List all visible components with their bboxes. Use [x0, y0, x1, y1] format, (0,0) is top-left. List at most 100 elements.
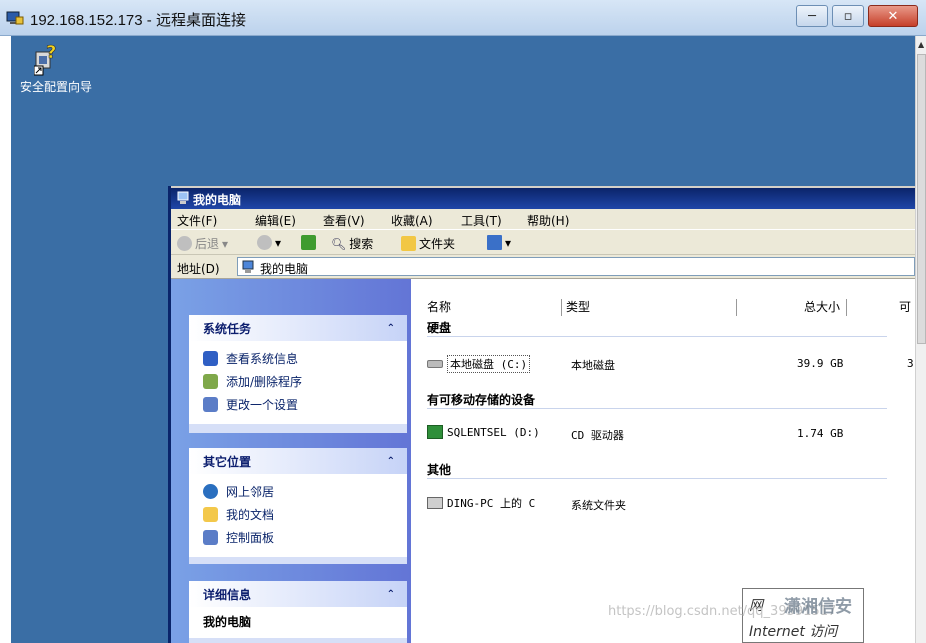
explorer-title-bar[interactable]: 我的电脑	[171, 186, 915, 209]
folder-icon	[401, 236, 416, 251]
up-button[interactable]	[301, 235, 316, 250]
group-divider	[427, 478, 887, 479]
forward-arrow-icon	[257, 235, 272, 250]
column-name[interactable]: 名称	[423, 299, 562, 316]
close-button[interactable]: ✕	[868, 5, 918, 27]
place-my-documents[interactable]: 我的文档	[203, 503, 407, 526]
list-item[interactable]: SQLENTSEL (D:)	[427, 425, 540, 439]
item-size: 39.9 GB	[797, 357, 844, 370]
back-label: 后退	[195, 237, 220, 251]
system-tasks-header[interactable]: 系统任务 ⌃	[189, 315, 407, 341]
address-label: 地址(D)	[177, 262, 220, 276]
item-name: SQLENTSEL (D:)	[447, 425, 540, 439]
column-type[interactable]: 类型	[562, 299, 737, 316]
other-places-panel: 其它位置 ⌃ 网上邻居 我的文档 控制面板	[189, 448, 407, 564]
place-control-panel[interactable]: 控制面板	[203, 526, 407, 549]
item-free: 3	[907, 357, 914, 370]
desktop-icon-label: 安全配置向导	[20, 80, 93, 94]
panel-title: 其它位置	[203, 454, 252, 469]
menu-tools[interactable]: 工具(T)	[461, 212, 502, 229]
menu-bar: 文件(F) 编辑(E) 查看(V) 收藏(A) 工具(T) 帮助(H)	[171, 209, 915, 229]
details-panel: 详细信息 ⌃ 我的电脑	[189, 581, 407, 643]
details-header[interactable]: 详细信息 ⌃	[189, 581, 407, 607]
menu-favorites[interactable]: 收藏(A)	[391, 212, 433, 229]
task-pane: 系统任务 ⌃ 查看系统信息 添加/删除程序 更改一个设置 其它位置 ⌃ 网上邻居…	[171, 279, 411, 643]
vertical-scrollbar[interactable]: ▲	[915, 36, 926, 643]
scroll-thumb[interactable]	[917, 54, 926, 344]
details-name: 我的电脑	[203, 615, 252, 629]
collapse-chevron-icon[interactable]: ⌃	[387, 323, 395, 334]
task-label: 添加/删除程序	[226, 375, 303, 389]
collapse-chevron-icon[interactable]: ⌃	[387, 589, 395, 600]
svg-text:?: ?	[46, 42, 56, 63]
documents-folder-icon	[203, 507, 218, 522]
item-name: DING-PC 上的 C	[447, 497, 536, 510]
back-button[interactable]: 后退 ▾	[177, 235, 228, 252]
group-removable: 有可移动存储的设备	[427, 393, 536, 407]
system-tasks-panel: 系统任务 ⌃ 查看系统信息 添加/删除程序 更改一个设置	[189, 315, 407, 433]
system-info-icon	[203, 351, 218, 366]
maximize-button[interactable]: ▫	[832, 5, 864, 27]
folders-label: 文件夹	[419, 237, 456, 251]
group-divider	[427, 336, 887, 337]
folders-button[interactable]: 文件夹	[401, 235, 455, 252]
security-wizard-icon[interactable]: ?	[34, 42, 62, 76]
popup-line-2: Internet 访问	[749, 624, 838, 640]
network-icon	[203, 484, 218, 499]
task-view-system-info[interactable]: 查看系统信息	[203, 347, 407, 370]
task-label: 查看系统信息	[226, 352, 299, 366]
column-free[interactable]: 可	[847, 299, 915, 316]
item-name: 本地磁盘 (C:)	[447, 355, 531, 373]
forward-button[interactable]: ▾	[257, 235, 281, 250]
scroll-up-icon[interactable]: ▲	[918, 40, 924, 49]
my-computer-window: 我的电脑 文件(F) 编辑(E) 查看(V) 收藏(A) 工具(T) 帮助(H)…	[168, 186, 915, 643]
task-change-setting[interactable]: 更改一个设置	[203, 393, 407, 416]
menu-help[interactable]: 帮助(H)	[527, 212, 569, 229]
address-bar: 地址(D) 我的电脑	[171, 255, 915, 279]
left-margin	[0, 36, 11, 643]
place-label: 控制面板	[226, 531, 275, 545]
item-size: 1.74 GB	[797, 427, 844, 440]
item-type: 本地磁盘	[571, 359, 615, 372]
dropdown-arrow-icon[interactable]: ▾	[505, 236, 511, 250]
place-label: 网上邻居	[226, 485, 275, 499]
explorer-title: 我的电脑	[193, 193, 242, 207]
rdp-title-bar[interactable]: 192.168.152.173 - 远程桌面连接 ─ ▫ ✕	[0, 0, 926, 36]
control-panel-icon	[203, 530, 218, 545]
network-drive-icon	[427, 497, 443, 509]
panel-title: 系统任务	[203, 321, 252, 336]
back-arrow-icon	[177, 236, 192, 251]
cd-drive-icon	[427, 425, 443, 439]
item-type: 系统文件夹	[571, 499, 626, 512]
toolbar: 后退 ▾ ▾ 🔍︎ 搜索 文件夹 ▾	[171, 229, 915, 255]
list-item[interactable]: DING-PC 上的 C	[427, 495, 535, 511]
views-button[interactable]: ▾	[487, 235, 511, 250]
task-add-remove-programs[interactable]: 添加/删除程序	[203, 370, 407, 393]
menu-edit[interactable]: 编辑(E)	[255, 212, 296, 229]
dropdown-arrow-icon[interactable]: ▾	[275, 236, 281, 250]
search-button[interactable]: 🔍︎ 搜索	[331, 235, 373, 252]
item-type: CD 驱动器	[571, 429, 624, 442]
column-total-size[interactable]: 总大小	[737, 299, 847, 316]
group-hard-disks: 硬盘	[427, 321, 452, 335]
computer-icon	[177, 191, 189, 204]
address-input[interactable]: 我的电脑	[237, 257, 915, 276]
dropdown-arrow-icon[interactable]: ▾	[222, 237, 228, 251]
add-remove-icon	[203, 374, 218, 389]
panel-title: 详细信息	[203, 587, 252, 602]
up-folder-icon	[301, 235, 316, 250]
search-icon: 🔍︎	[331, 236, 347, 251]
collapse-chevron-icon[interactable]: ⌃	[387, 456, 395, 467]
minimize-button[interactable]: ─	[796, 5, 828, 27]
watermark-brand: 潇湘信安	[784, 597, 852, 617]
group-other: 其他	[427, 463, 452, 477]
other-places-header[interactable]: 其它位置 ⌃	[189, 448, 407, 474]
menu-file[interactable]: 文件(F)	[177, 212, 217, 229]
list-item[interactable]: 本地磁盘 (C:)	[427, 355, 531, 373]
menu-view[interactable]: 查看(V)	[323, 212, 365, 229]
place-network[interactable]: 网上邻居	[203, 480, 407, 503]
remote-desktop-icon	[6, 11, 24, 25]
task-label: 更改一个设置	[226, 398, 299, 412]
settings-icon	[203, 397, 218, 412]
computer-icon	[242, 260, 254, 273]
